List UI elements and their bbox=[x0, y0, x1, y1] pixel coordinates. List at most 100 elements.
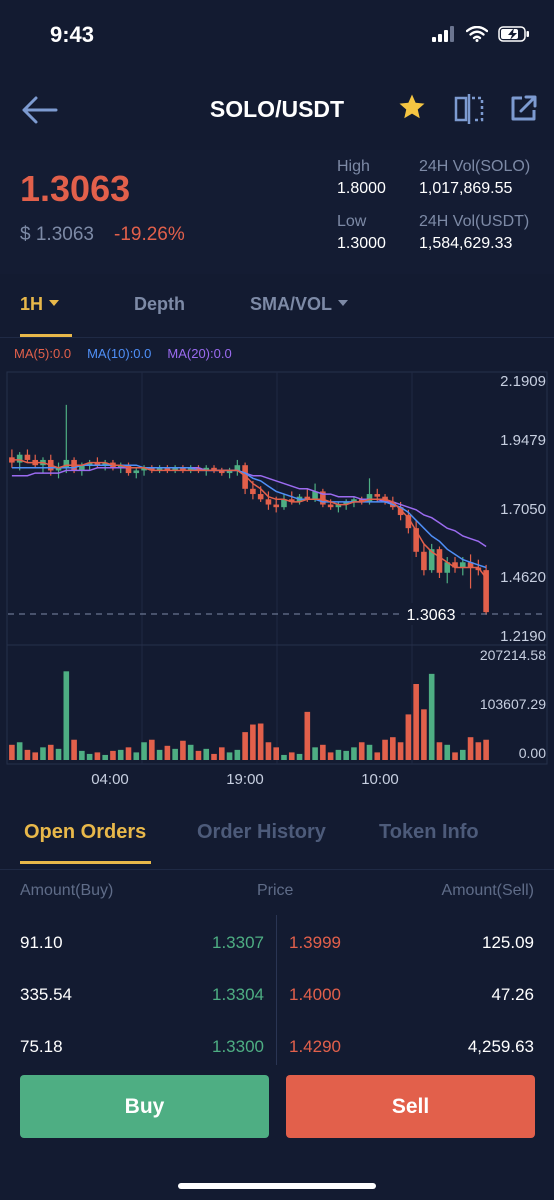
usd-price: $ 1.3063 bbox=[20, 224, 94, 245]
volume-bar bbox=[397, 742, 404, 760]
volume-bar bbox=[390, 737, 396, 760]
tab-order-history[interactable]: Order History bbox=[197, 821, 326, 844]
share-button[interactable] bbox=[508, 92, 542, 126]
candle-body bbox=[24, 454, 31, 460]
wifi-icon bbox=[465, 25, 489, 47]
price-panel: 1.3063 $ 1.3063 -19.26% High 1.8000 Low … bbox=[0, 150, 554, 274]
tab-indicator[interactable]: SMA/VOL bbox=[250, 294, 349, 315]
buy-amount: 91.10 bbox=[20, 933, 63, 952]
header-amount-sell: Amount(Sell) bbox=[441, 882, 534, 899]
buy-price: 1.3304 bbox=[212, 985, 264, 1004]
tab-open-orders[interactable]: Open Orders bbox=[24, 821, 146, 844]
tab-depth[interactable]: Depth bbox=[134, 294, 185, 315]
volume-bar bbox=[172, 748, 178, 760]
split-view-icon bbox=[454, 94, 484, 124]
candle-body bbox=[257, 494, 264, 500]
vol-base-label: 24H Vol(SOLO) bbox=[419, 158, 531, 175]
volume-bar bbox=[428, 673, 435, 760]
volume-bar bbox=[467, 737, 474, 760]
volume-bars bbox=[9, 671, 489, 760]
buy-price: 1.3307 bbox=[212, 933, 264, 952]
time-tick-label: 10:00 bbox=[361, 771, 399, 788]
volume-bar bbox=[374, 752, 381, 760]
back-button[interactable] bbox=[20, 92, 60, 128]
volume-bar bbox=[16, 742, 23, 760]
price-tick-label: 2.1909 bbox=[500, 373, 546, 390]
buy-amount: 75.18 bbox=[20, 1037, 63, 1056]
low-value: 1.3000 bbox=[337, 235, 386, 252]
volume-bar bbox=[257, 723, 264, 760]
volume-bar bbox=[304, 711, 311, 760]
sell-price: 1.4290 bbox=[289, 1037, 341, 1056]
volume-tick-label: 0.00 bbox=[519, 745, 546, 761]
low-label: Low bbox=[337, 213, 367, 230]
price-change-percent: -19.26% bbox=[114, 224, 185, 245]
volume-bar bbox=[296, 753, 303, 760]
status-icons bbox=[432, 24, 530, 48]
candle-body bbox=[133, 470, 140, 474]
chart-tabs: 1H Depth SMA/VOL bbox=[0, 274, 554, 338]
volume-bar bbox=[71, 739, 77, 760]
tab-token-info[interactable]: Token Info bbox=[379, 821, 479, 844]
signal-icon bbox=[432, 25, 456, 47]
volume-bar bbox=[195, 750, 202, 760]
vol-quote-label: 24H Vol(USDT) bbox=[419, 213, 530, 230]
active-tab-underline bbox=[20, 861, 151, 864]
volume-bar bbox=[327, 752, 334, 760]
volume-bar bbox=[79, 750, 85, 760]
caret-down-icon bbox=[49, 300, 60, 307]
volume-bar bbox=[312, 747, 318, 760]
sell-price: 1.4000 bbox=[289, 985, 341, 1004]
price-tick-label: 1.2190 bbox=[500, 628, 546, 645]
candle-body bbox=[16, 454, 23, 463]
sell-amount: 4,259.63 bbox=[467, 1037, 534, 1056]
volume-bar bbox=[413, 683, 419, 760]
price-tick-label: 1.4620 bbox=[500, 569, 546, 586]
volume-bar bbox=[32, 752, 39, 760]
volume-bar bbox=[242, 732, 248, 760]
volume-bar bbox=[40, 747, 46, 760]
header-price: Price bbox=[257, 882, 294, 899]
vol-base-value: 1,017,869.55 bbox=[419, 180, 513, 197]
volume-bar bbox=[86, 753, 93, 760]
volume-bar bbox=[187, 744, 194, 760]
order-row[interactable]: 335.54 1.3304 1.4000 47.26 bbox=[0, 985, 554, 1037]
time-tick-label: 19:00 bbox=[226, 771, 264, 788]
buy-amount: 335.54 bbox=[20, 985, 72, 1004]
order-row[interactable]: 91.10 1.3307 1.3999 125.09 bbox=[0, 933, 554, 985]
time-tick-label: 04:00 bbox=[91, 771, 129, 788]
volume-bar bbox=[24, 749, 31, 760]
volume-bar bbox=[358, 742, 365, 760]
volume-bar bbox=[483, 739, 489, 760]
price-chart[interactable]: 2.1909 1.9479 1.7050 1.4620 1.2190 207214.58… bbox=[0, 340, 554, 800]
tab-interval-label: 1H bbox=[20, 294, 44, 314]
candle-body bbox=[265, 499, 272, 505]
volume-bar bbox=[47, 744, 54, 760]
buy-button[interactable]: Buy bbox=[20, 1075, 269, 1138]
volume-bar bbox=[405, 714, 412, 760]
compare-button[interactable] bbox=[452, 92, 486, 126]
volume-bar bbox=[320, 744, 326, 760]
favorite-button[interactable] bbox=[397, 92, 429, 124]
volume-bar bbox=[102, 754, 108, 760]
candle-body bbox=[459, 562, 466, 568]
candle-body bbox=[374, 494, 381, 497]
header: SOLO/USDT bbox=[0, 70, 554, 150]
active-tab-underline bbox=[20, 334, 72, 337]
volume-bar bbox=[436, 742, 443, 760]
volume-bar bbox=[156, 749, 163, 760]
tab-depth-label: Depth bbox=[134, 294, 185, 314]
volume-bar bbox=[250, 724, 256, 760]
home-indicator bbox=[178, 1183, 376, 1189]
volume-bar bbox=[273, 747, 280, 760]
tab-indicator-label: SMA/VOL bbox=[250, 294, 333, 314]
volume-bar bbox=[149, 739, 155, 760]
volume-bar bbox=[203, 748, 210, 760]
sell-price: 1.3999 bbox=[289, 933, 341, 952]
sell-button[interactable]: Sell bbox=[286, 1075, 535, 1138]
time-axis: 04:00 19:00 10:00 bbox=[91, 771, 399, 788]
buy-price: 1.3300 bbox=[212, 1037, 264, 1056]
bottom-tabs: Open Orders Order History Token Info bbox=[0, 800, 554, 870]
tab-interval[interactable]: 1H bbox=[20, 294, 60, 315]
volume-bar bbox=[226, 752, 233, 760]
